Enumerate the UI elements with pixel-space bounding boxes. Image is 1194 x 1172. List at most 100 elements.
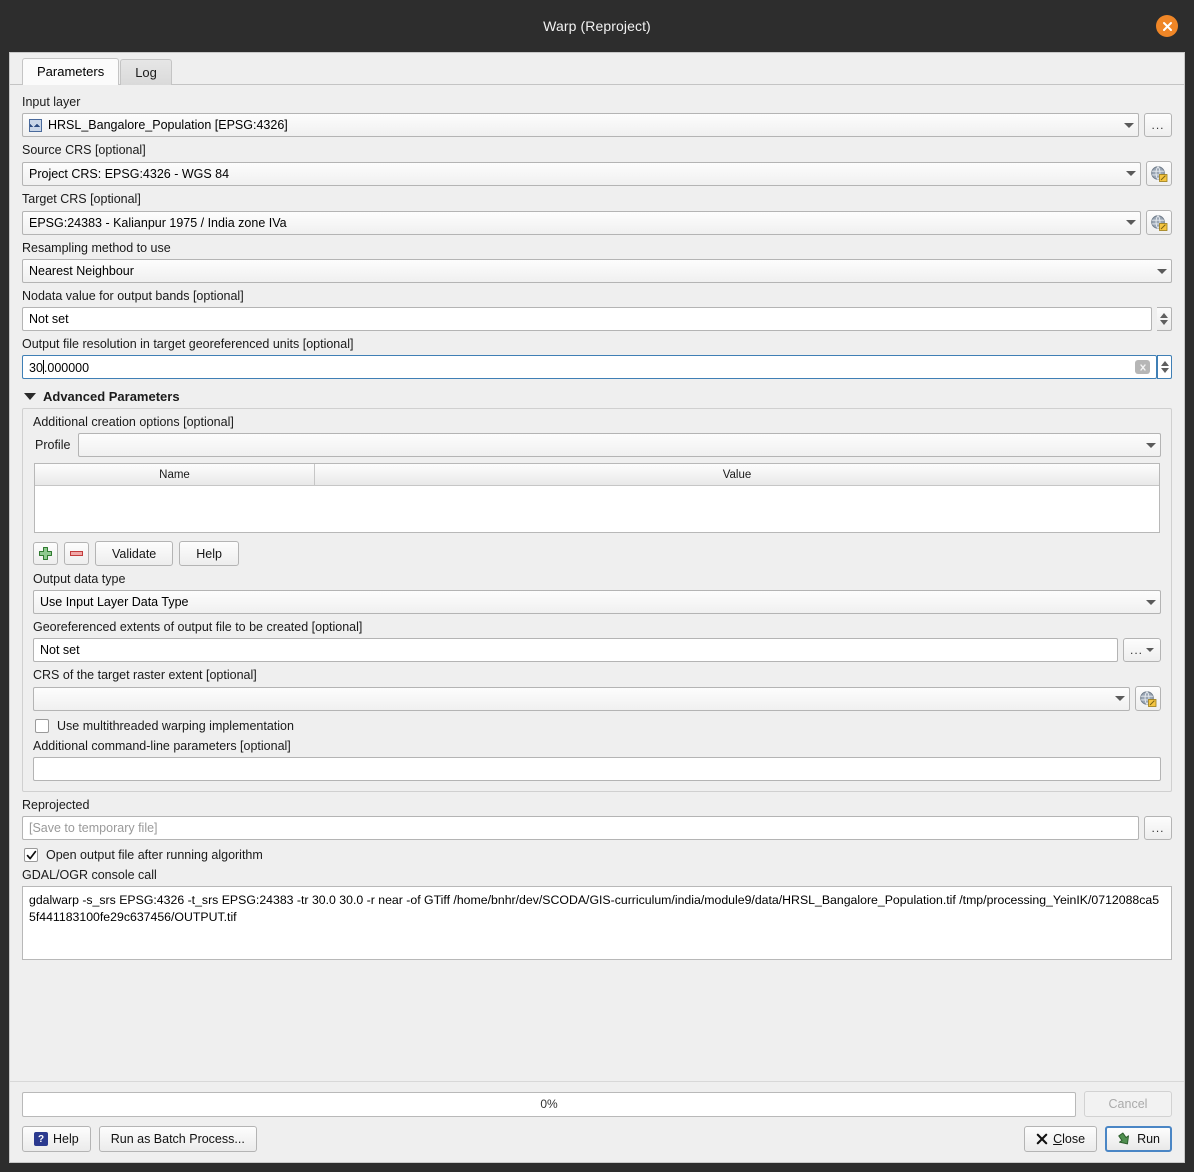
target-crs-combo[interactable]: EPSG:24383 - Kalianpur 1975 / India zone… xyxy=(22,210,1141,235)
add-option-button[interactable] xyxy=(33,542,58,565)
table-body[interactable] xyxy=(35,486,1159,532)
input-layer-label: Input layer xyxy=(22,95,81,109)
target-crs-label: Target CRS [optional] xyxy=(22,192,141,206)
close-button-label: Close xyxy=(1053,1132,1086,1146)
extent-crs-select-button[interactable] xyxy=(1135,686,1161,711)
extents-browse-button[interactable]: ... xyxy=(1122,638,1161,662)
plus-icon xyxy=(39,547,52,560)
footer-bar: 0% Cancel ? Help Run as Batch Process...… xyxy=(10,1081,1184,1162)
advanced-parameters-title: Advanced Parameters xyxy=(43,389,180,404)
tab-bar: Parameters Log xyxy=(10,53,1184,85)
output-row: [Save to temporary file] ... xyxy=(22,816,1172,840)
creation-options-label: Additional creation options [optional] xyxy=(33,415,234,429)
validate-button[interactable]: Validate xyxy=(95,541,174,566)
close-icon[interactable] xyxy=(1156,15,1178,37)
nodata-value: Not set xyxy=(29,312,69,326)
output-browse-button[interactable]: ... xyxy=(1144,816,1172,840)
extents-row: Not set ... xyxy=(33,638,1161,662)
advanced-parameters-toggle[interactable]: Advanced Parameters xyxy=(24,389,1172,404)
additional-params-label: Additional command-line parameters [opti… xyxy=(33,739,291,753)
cancel-button: Cancel xyxy=(1084,1091,1172,1117)
nodata-row: Not set xyxy=(22,307,1172,331)
source-crs-combo[interactable]: Project CRS: EPSG:4326 - WGS 84 xyxy=(22,161,1141,186)
multithreaded-row[interactable]: Use multithreaded warping implementation xyxy=(35,719,1161,733)
profile-label: Profile xyxy=(35,438,71,452)
input-layer-browse-button[interactable]: ... xyxy=(1144,113,1172,137)
progress-text: 0% xyxy=(540,1097,558,1111)
actions-row: ? Help Run as Batch Process... Close Run xyxy=(22,1126,1172,1152)
creation-options-toolbar: Validate Help xyxy=(33,541,1161,566)
title-bar: Warp (Reproject) xyxy=(0,0,1194,52)
extent-crs-combo[interactable] xyxy=(33,686,1130,711)
tab-log[interactable]: Log xyxy=(120,59,172,85)
clear-glyph xyxy=(1139,363,1146,371)
additional-params-row xyxy=(33,757,1161,781)
open-after-run-label: Open output file after running algorithm xyxy=(46,848,263,862)
output-data-type-row: Use Input Layer Data Type xyxy=(33,590,1161,614)
run-button[interactable]: Run xyxy=(1105,1126,1172,1152)
chevron-up-icon xyxy=(1160,313,1168,318)
chevron-down-icon xyxy=(1146,442,1156,448)
resampling-value: Nearest Neighbour xyxy=(29,264,134,278)
open-after-run-row[interactable]: Open output file after running algorithm xyxy=(24,848,1172,862)
input-layer-row: HRSL_Bangalore_Population [EPSG:4326] ..… xyxy=(22,113,1172,137)
chevron-down-icon xyxy=(1126,220,1136,225)
extents-input[interactable]: Not set xyxy=(33,638,1118,662)
chevron-down-icon xyxy=(1146,648,1154,652)
checkmark-icon xyxy=(26,850,36,859)
globe-icon xyxy=(1140,690,1157,707)
resolution-value-before: 30 xyxy=(29,360,43,375)
output-data-type-value: Use Input Layer Data Type xyxy=(40,595,189,609)
progress-bar: 0% xyxy=(22,1091,1076,1117)
column-header-value[interactable]: Value xyxy=(315,464,1159,486)
resampling-row: Nearest Neighbour xyxy=(22,259,1172,283)
profile-combo[interactable] xyxy=(78,433,1161,457)
input-layer-value: HRSL_Bangalore_Population [EPSG:4326] xyxy=(48,118,288,132)
chevron-down-icon xyxy=(1146,599,1156,605)
chevron-down-icon xyxy=(1124,122,1134,128)
extents-label: Georeferenced extents of output file to … xyxy=(33,620,363,634)
creation-options-help-button[interactable]: Help xyxy=(179,541,239,566)
additional-params-input[interactable] xyxy=(33,757,1161,781)
extents-browse-label: ... xyxy=(1129,643,1143,657)
column-header-name[interactable]: Name xyxy=(35,464,315,486)
globe-icon xyxy=(1151,165,1168,182)
close-glyph xyxy=(1162,21,1172,31)
remove-option-button[interactable] xyxy=(64,542,89,565)
help-button-label: Help xyxy=(53,1132,79,1146)
input-layer-combo[interactable]: HRSL_Bangalore_Population [EPSG:4326] xyxy=(22,113,1139,137)
tab-parameters[interactable]: Parameters xyxy=(22,58,120,85)
output-data-type-combo[interactable]: Use Input Layer Data Type xyxy=(33,590,1161,614)
target-crs-select-button[interactable] xyxy=(1146,210,1172,235)
target-crs-row: EPSG:24383 - Kalianpur 1975 / India zone… xyxy=(22,210,1172,235)
source-crs-row: Project CRS: EPSG:4326 - WGS 84 xyxy=(22,161,1172,186)
resampling-combo[interactable]: Nearest Neighbour xyxy=(22,259,1172,283)
multithreaded-checkbox[interactable] xyxy=(35,719,49,733)
target-crs-value: EPSG:24383 - Kalianpur 1975 / India zone… xyxy=(29,215,287,230)
nodata-input[interactable]: Not set xyxy=(22,307,1152,331)
help-button[interactable]: ? Help xyxy=(22,1126,91,1152)
resolution-label: Output file resolution in target georefe… xyxy=(22,337,354,351)
chevron-down-icon xyxy=(1115,696,1125,701)
run-as-batch-button[interactable]: Run as Batch Process... xyxy=(98,1126,257,1152)
resampling-label: Resampling method to use xyxy=(22,241,171,255)
progress-row: 0% Cancel xyxy=(22,1091,1172,1117)
clear-icon[interactable] xyxy=(1135,360,1150,374)
source-crs-select-button[interactable] xyxy=(1146,161,1172,186)
run-button-label: Run xyxy=(1137,1132,1160,1146)
nodata-stepper[interactable] xyxy=(1157,307,1172,331)
console-call-text[interactable]: gdalwarp -s_srs EPSG:4326 -t_srs EPSG:24… xyxy=(22,886,1172,960)
close-button[interactable]: Close xyxy=(1024,1126,1098,1152)
console-call-label: GDAL/OGR console call xyxy=(22,868,157,882)
output-input[interactable]: [Save to temporary file] xyxy=(22,816,1139,840)
chevron-up-icon xyxy=(1160,361,1169,366)
chevron-down-icon xyxy=(1126,171,1136,176)
resolution-stepper[interactable] xyxy=(1157,355,1172,379)
chevron-down-icon xyxy=(1160,320,1168,325)
multithreaded-label: Use multithreaded warping implementation xyxy=(57,719,294,733)
output-placeholder: [Save to temporary file] xyxy=(29,821,158,835)
x-icon xyxy=(1036,1133,1048,1145)
resolution-input[interactable]: 30.000000 xyxy=(22,355,1157,379)
open-after-run-checkbox[interactable] xyxy=(24,848,38,862)
source-crs-value: Project CRS: EPSG:4326 - WGS 84 xyxy=(29,166,230,181)
